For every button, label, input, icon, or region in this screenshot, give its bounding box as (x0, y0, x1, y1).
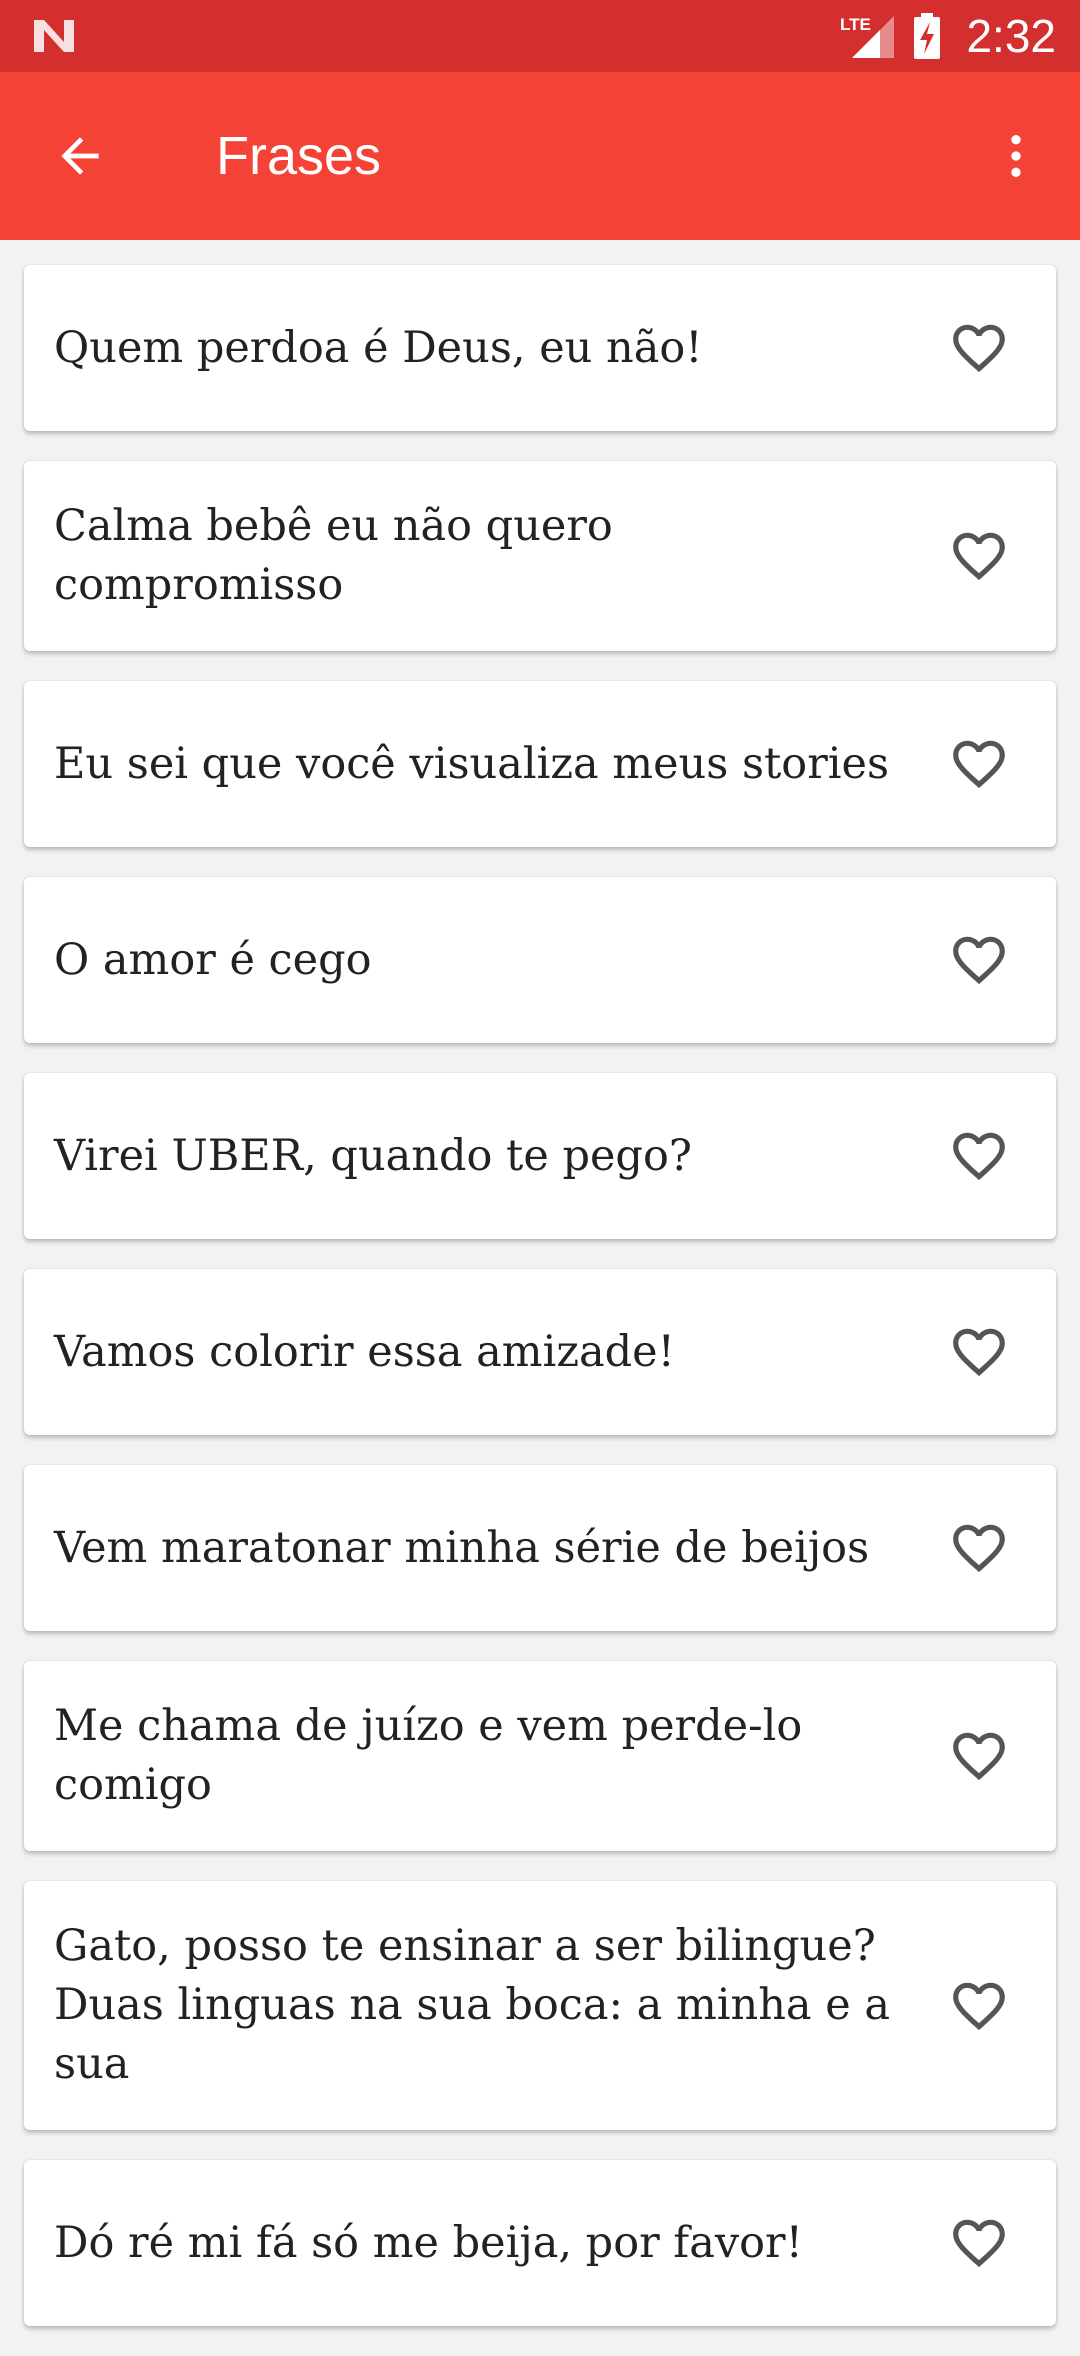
heart-outline-icon (953, 1524, 1005, 1573)
favorite-button[interactable] (932, 1501, 1026, 1595)
favorite-button[interactable] (932, 1709, 1026, 1803)
phrase-text: Vamos colorir essa amizade! (54, 1326, 675, 1377)
favorite-button[interactable] (932, 1305, 1026, 1399)
status-time: 2:32 (966, 10, 1056, 62)
phrase-text: O amor é cego (54, 934, 372, 985)
heart-outline-icon (953, 1132, 1005, 1181)
heart-outline-icon (953, 740, 1005, 789)
status-bar: LTE 2:32 (0, 0, 1080, 72)
phrase-card[interactable]: Quem perdoa é Deus, eu não! (24, 265, 1056, 431)
more-vert-icon (1011, 135, 1021, 177)
phrase-text: Gato, posso te ensinar a ser bilingue? D… (54, 1921, 890, 2089)
heart-outline-icon (953, 936, 1005, 985)
phrase-card[interactable]: Me chama de juízo e vem perde-lo comigo (24, 1661, 1056, 1851)
phrase-card[interactable]: Dó ré mi fá só me beija, por favor! (24, 2160, 1056, 2326)
favorite-button[interactable] (932, 1109, 1026, 1203)
phrase-text: Me chama de juízo e vem perde-lo comigo (54, 1701, 803, 1810)
phrase-card[interactable]: O amor é cego (24, 877, 1056, 1043)
heart-outline-icon (953, 532, 1005, 581)
heart-outline-icon (953, 1982, 1005, 2030)
heart-outline-icon (953, 1328, 1005, 1377)
phrase-card[interactable]: Virei UBER, quando te pego? (24, 1073, 1056, 1239)
favorite-button[interactable] (932, 2196, 1026, 2290)
phrase-card[interactable]: Eu sei que você visualiza meus stories (24, 681, 1056, 847)
phrase-text: Vem maratonar minha série de beijos (54, 1522, 870, 1573)
favorite-button[interactable] (932, 509, 1026, 603)
status-icons: LTE 2:32 (838, 0, 1056, 72)
app-bar: Frases (0, 72, 1080, 240)
heart-outline-icon (953, 2219, 1005, 2268)
battery-charging-icon (914, 13, 941, 59)
heart-outline-icon (953, 324, 1005, 373)
phrase-text: Virei UBER, quando te pego? (54, 1130, 692, 1181)
phrase-card[interactable]: Vem maratonar minha série de beijos (24, 1465, 1056, 1631)
phrase-card[interactable]: Gato, posso te ensinar a ser bilingue? D… (24, 1881, 1056, 2130)
favorite-button[interactable] (932, 717, 1026, 811)
phrase-text: Calma bebê eu não quero compromisso (54, 501, 613, 610)
notification-logo-icon (34, 20, 74, 52)
phrase-card[interactable]: Calma bebê eu não quero compromisso (24, 461, 1056, 651)
phrase-text: Dó ré mi fá só me beija, por favor! (54, 2217, 803, 2268)
arrow-back-icon (61, 137, 99, 175)
favorite-button[interactable] (932, 1959, 1026, 2053)
svg-text:LTE: LTE (840, 15, 871, 34)
lte-signal-icon: LTE (840, 15, 895, 58)
back-button[interactable] (40, 116, 120, 196)
phrase-text: Eu sei que você visualiza meus stories (54, 738, 890, 789)
page-title: Frases (216, 126, 382, 186)
overflow-menu-button[interactable] (976, 116, 1056, 196)
phrase-list: Quem perdoa é Deus, eu não! Calma bebê eu… (24, 265, 1056, 2356)
favorite-button[interactable] (932, 301, 1026, 395)
phrase-text: Quem perdoa é Deus, eu não! (54, 322, 703, 373)
heart-outline-icon (953, 1732, 1005, 1781)
phrase-card[interactable]: Vamos colorir essa amizade! (24, 1269, 1056, 1435)
favorite-button[interactable] (932, 913, 1026, 1007)
